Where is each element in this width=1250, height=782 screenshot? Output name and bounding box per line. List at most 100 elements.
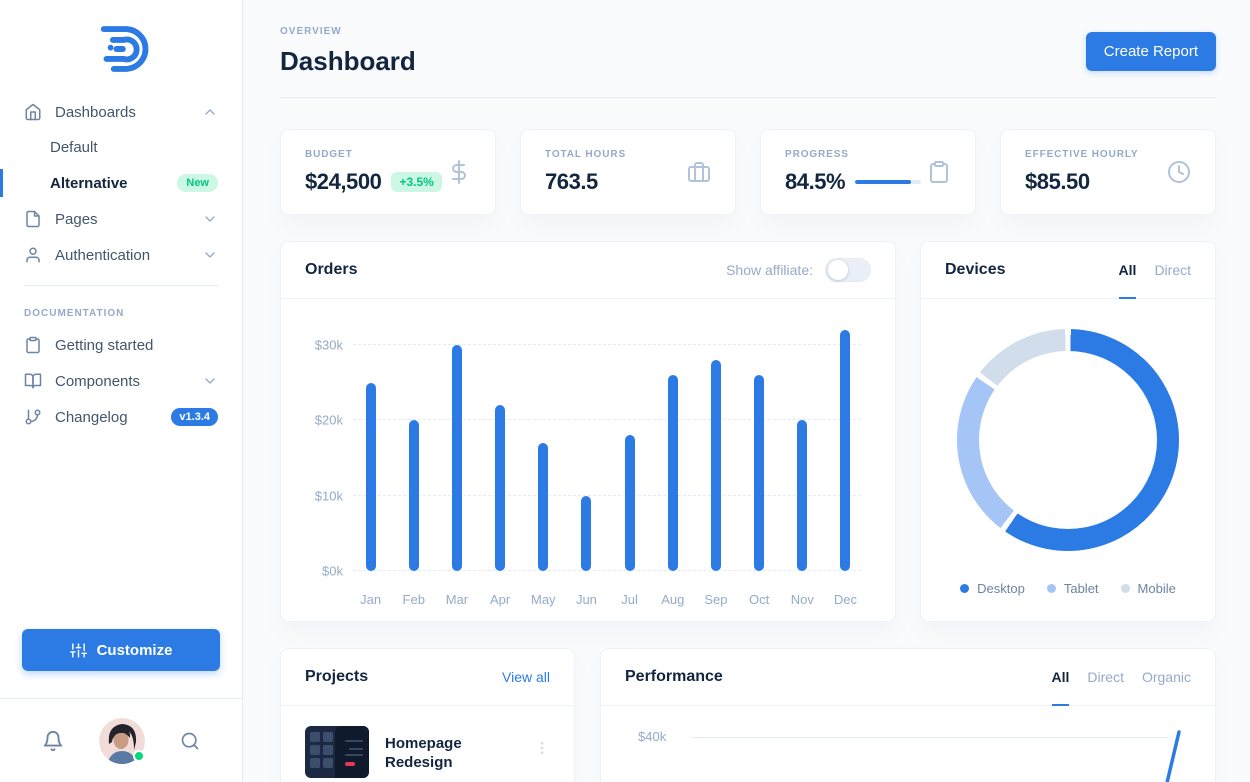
- bar-slot: [392, 345, 435, 571]
- page-pretitle: Overview: [280, 26, 342, 37]
- bar-slot: [651, 345, 694, 571]
- stat-value: 763.5: [545, 169, 598, 194]
- tab-all[interactable]: All: [1051, 649, 1069, 706]
- notifications-button[interactable]: [42, 730, 64, 752]
- sidebar-item-label: Authentication: [55, 246, 151, 264]
- orders-xtick-labels: Jan Feb Mar Apr May Jun Jul Aug Sep Oct Nov Dec: [349, 592, 867, 607]
- orders-xtick-label: Jan: [360, 592, 382, 607]
- sidebar-item-default[interactable]: Default: [0, 130, 242, 165]
- sidebar-nav: Dashboards Default Alternative New Pages…: [0, 94, 242, 435]
- version-badge: v1.3.4: [171, 408, 218, 426]
- legend-item-desktop: Desktop: [960, 581, 1025, 596]
- sidebar-item-label: Default: [50, 139, 98, 156]
- orders-bar-sep[interactable]: [710, 360, 721, 571]
- devices-title: Devices: [945, 261, 1006, 278]
- book-open-icon: [24, 373, 42, 389]
- sidebar-item-label: Changelog: [55, 408, 128, 426]
- orders-bar-dec[interactable]: [840, 329, 851, 571]
- legend-dot: [960, 584, 970, 593]
- devices-donut-chart[interactable]: [957, 329, 1179, 551]
- orders-ytick-label: $10k: [314, 488, 343, 504]
- home-icon: [25, 103, 41, 121]
- sidebar-item-changelog[interactable]: Changelog v1.3.4: [0, 399, 242, 435]
- clipboard-icon: [26, 336, 40, 354]
- more-vertical-icon: [540, 742, 544, 754]
- user-avatar[interactable]: [99, 717, 145, 764]
- bar-slot: [738, 345, 781, 571]
- orders-bar-jun[interactable]: [581, 495, 592, 571]
- file-icon: [26, 210, 40, 228]
- bar-slot: [565, 345, 608, 571]
- clock-icon: [1168, 161, 1190, 183]
- orders-bar-jul[interactable]: [624, 435, 635, 571]
- tab-all[interactable]: All: [1118, 242, 1136, 299]
- stat-value: 84.5%: [785, 169, 846, 194]
- progress-bar: [855, 180, 922, 184]
- performance-tabs: All Direct Organic: [1051, 649, 1191, 706]
- projects-card: Projects View all Homepage Redesign: [280, 648, 575, 782]
- sidebar-item-components[interactable]: Components: [0, 363, 242, 399]
- delta-badge: +3.5%: [391, 172, 442, 192]
- sidebar-item-dashboards[interactable]: Dashboards: [0, 94, 242, 130]
- performance-ytick-label: $40k: [638, 729, 667, 744]
- orders-bar-oct[interactable]: [754, 375, 765, 571]
- tab-direct[interactable]: Direct: [1087, 649, 1124, 705]
- bar-slot: [781, 345, 824, 571]
- project-name: Homepage Redesign: [385, 735, 462, 771]
- sidebar-item-pages[interactable]: Pages: [0, 201, 242, 237]
- bell-icon: [43, 730, 63, 751]
- performance-line-series: [1165, 730, 1181, 782]
- stat-label: Progress: [785, 149, 849, 160]
- orders-bar-may[interactable]: [538, 442, 549, 571]
- orders-bar-jan[interactable]: [365, 382, 376, 571]
- legend-item-tablet: Tablet: [1046, 581, 1099, 596]
- dollar-sign-icon: [452, 160, 466, 184]
- orders-bar-feb[interactable]: [408, 420, 419, 571]
- sidebar-item-authentication[interactable]: Authentication: [0, 237, 242, 273]
- page-header: Overview Dashboard Create Report: [280, 0, 1216, 98]
- stat-card-total-hours: Total hours 763.5: [520, 129, 736, 215]
- orders-bar-mar[interactable]: [451, 345, 462, 571]
- sidebar-item-getting-started[interactable]: Getting started: [0, 327, 242, 363]
- chevron-down-icon: [205, 216, 215, 222]
- bar-slot: [435, 345, 478, 571]
- orders-xtick-label: Apr: [489, 592, 511, 607]
- project-menu-button[interactable]: [534, 726, 550, 756]
- orders-bar-nov[interactable]: [797, 420, 808, 571]
- chevron-up-icon: [205, 109, 215, 115]
- search-button[interactable]: [180, 731, 200, 751]
- documentation-section-heading: Documentation: [24, 308, 125, 319]
- stat-label: Effective hourly: [1025, 149, 1139, 160]
- stat-label: Total hours: [545, 149, 627, 160]
- orders-card-header: Orders Show affiliate:: [281, 242, 895, 299]
- search-icon: [181, 732, 199, 749]
- orders-ytick-label: $0k: [322, 563, 343, 579]
- orders-bar-apr[interactable]: [495, 405, 506, 571]
- view-all-link[interactable]: View all: [502, 669, 550, 685]
- bar-slot: [694, 345, 737, 571]
- project-list-item[interactable]: Homepage Redesign: [305, 726, 550, 778]
- orders-xtick-label: Sep: [704, 592, 728, 607]
- orders-card: Orders Show affiliate: $0k $10k $20k $30k Ja…: [280, 241, 896, 622]
- sidebar-item-label: Getting started: [55, 336, 154, 354]
- sidebar-item-label: Components: [55, 372, 141, 390]
- performance-gridline: [691, 737, 1167, 738]
- legend-label: Tablet: [1063, 581, 1099, 596]
- devices-card: Devices All Direct Desktop Tablet Mobile: [920, 241, 1216, 622]
- create-report-button[interactable]: Create Report: [1085, 32, 1216, 71]
- orders-xtick-label: Mar: [445, 592, 469, 607]
- tab-organic[interactable]: Organic: [1142, 649, 1191, 705]
- show-affiliate-label: Show affiliate:: [726, 262, 813, 278]
- legend-label: Desktop: [977, 581, 1025, 596]
- sidebar-divider: [24, 285, 218, 286]
- tab-direct[interactable]: Direct: [1154, 242, 1191, 298]
- dashkit-logo[interactable]: [92, 20, 150, 78]
- stats-row: Budget $24,500 +3.5% Total hours 763.5 P…: [280, 129, 1216, 215]
- user-icon: [26, 247, 40, 263]
- sidebar-footer: [0, 698, 242, 782]
- customize-button[interactable]: Customize: [22, 629, 220, 671]
- sidebar-item-alternative[interactable]: Alternative New: [0, 165, 242, 201]
- show-affiliate-toggle[interactable]: [825, 258, 871, 282]
- orders-bar-aug[interactable]: [667, 375, 678, 571]
- stat-card-budget: Budget $24,500 +3.5%: [280, 129, 496, 215]
